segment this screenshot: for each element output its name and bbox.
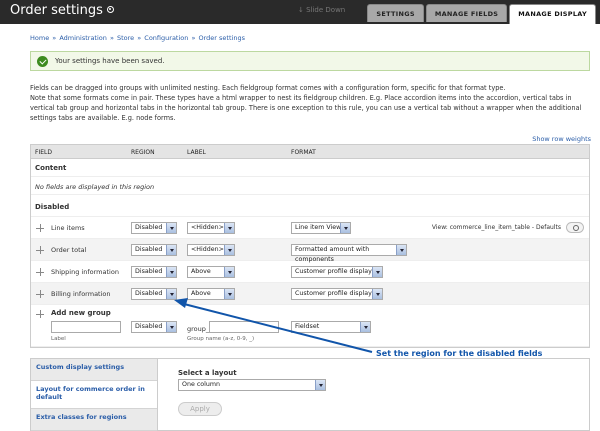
page-title: Order settings	[10, 3, 114, 18]
select-layout-label: Select a layout	[178, 369, 237, 377]
field-name: Line items	[51, 224, 85, 232]
breadcrumb-order-settings[interactable]: Order settings	[199, 34, 245, 42]
region-select[interactable]: Disabled	[131, 288, 177, 300]
column-format: FORMAT	[291, 149, 316, 156]
formatter-summary: View: commerce_line_item_table - Default…	[431, 224, 561, 231]
region-select[interactable]: Disabled	[131, 244, 177, 256]
breadcrumb-administration[interactable]: Administration	[59, 34, 107, 42]
chevron-down-icon	[340, 223, 350, 233]
format-select[interactable]: Customer profile display	[291, 288, 383, 300]
drag-handle-icon[interactable]	[36, 224, 44, 232]
group-name-input[interactable]	[209, 321, 279, 333]
vertical-tabs: Custom display settings Layout for comme…	[30, 358, 158, 431]
show-row-weights-link[interactable]: Show row weights	[532, 135, 591, 143]
chevron-down-icon	[166, 245, 176, 255]
drag-handle-icon[interactable]	[36, 268, 44, 276]
vtab-extra-classes[interactable]: Extra classes for regions	[31, 409, 157, 431]
field-name: Shipping information	[51, 268, 119, 276]
chevron-down-icon	[372, 289, 382, 299]
layout-select[interactable]: One column	[178, 379, 326, 391]
tab-settings[interactable]: SETTINGS	[367, 4, 424, 22]
drag-handle-icon[interactable]	[36, 290, 44, 298]
shortcut-icon[interactable]	[106, 6, 114, 13]
label-select[interactable]: Above	[187, 288, 235, 300]
add-new-group-row: Add new group Label Disabled group_ Grou…	[31, 305, 589, 347]
drag-handle-icon[interactable]	[36, 310, 44, 318]
label-select[interactable]: <Hidden>	[187, 222, 235, 234]
table-row: Billing information Disabled Above Custo…	[31, 283, 589, 305]
group-name-hint: Group name (a-z, 0-9, _)	[187, 336, 255, 342]
field-name: Order total	[51, 246, 87, 254]
chevron-down-icon	[396, 245, 406, 255]
table-row: Line items Disabled <Hidden> Line item V…	[31, 217, 589, 239]
breadcrumb-home[interactable]: Home	[30, 34, 49, 42]
group-name-prefix: group_	[187, 325, 210, 333]
table-row: Shipping information Disabled Above Cust…	[31, 261, 589, 283]
region-disabled-title: Disabled	[31, 195, 589, 217]
vtab-layout[interactable]: Layout for commerce order in default	[31, 381, 157, 409]
column-field: FIELD	[35, 149, 52, 156]
chevron-down-icon	[372, 267, 382, 277]
drag-handle-icon[interactable]	[36, 246, 44, 254]
description: Fields can be dragged into groups with u…	[30, 83, 595, 123]
chevron-down-icon	[224, 289, 234, 299]
chevron-down-icon	[224, 267, 234, 277]
label-select[interactable]: <Hidden>	[187, 244, 235, 256]
label-select[interactable]: Above	[187, 266, 235, 278]
group-label-hint: Label	[51, 336, 66, 342]
table-header: FIELD REGION LABEL FORMAT	[31, 145, 589, 159]
chevron-down-icon	[315, 380, 325, 390]
annotation-text: Set the region for the disabled fields	[376, 349, 543, 358]
format-select[interactable]: Formatted amount with components	[291, 244, 407, 263]
breadcrumb-configuration[interactable]: Configuration	[144, 34, 188, 42]
chevron-down-icon	[360, 322, 370, 332]
chevron-down-icon	[224, 223, 234, 233]
check-icon	[37, 56, 48, 67]
chevron-down-icon	[166, 322, 176, 332]
breadcrumb: Home » Administration » Store » Configur…	[30, 34, 245, 42]
format-select[interactable]: Line item View	[291, 222, 351, 234]
field-name: Billing information	[51, 290, 111, 298]
region-select[interactable]: Disabled	[131, 266, 177, 278]
chevron-down-icon	[166, 289, 176, 299]
chevron-down-icon	[224, 245, 234, 255]
field-display-table: FIELD REGION LABEL FORMAT Content No fie…	[30, 144, 590, 348]
tab-manage-fields[interactable]: MANAGE FIELDS	[425, 4, 508, 22]
add-new-group-title: Add new group	[51, 309, 111, 317]
region-select[interactable]: Disabled	[131, 222, 177, 234]
column-label: LABEL	[187, 149, 206, 156]
gear-icon[interactable]	[566, 222, 584, 233]
breadcrumb-store[interactable]: Store	[117, 34, 134, 42]
column-region: REGION	[131, 149, 155, 156]
status-text: Your settings have been saved.	[55, 57, 165, 65]
group-format-select[interactable]: Fieldset	[291, 321, 371, 333]
chevron-down-icon	[166, 223, 176, 233]
description-line-1: Fields can be dragged into groups with u…	[30, 84, 506, 92]
chevron-down-icon	[166, 267, 176, 277]
table-row: Order total Disabled <Hidden> Formatted …	[31, 239, 589, 263]
apply-button[interactable]: Apply	[178, 402, 222, 416]
format-select[interactable]: Customer profile display	[291, 266, 383, 278]
tab-manage-display[interactable]: MANAGE DISPLAY	[509, 4, 596, 24]
layout-panel: Select a layout One column Apply	[158, 358, 590, 431]
primary-tabs: SETTINGS MANAGE FIELDS MANAGE DISPLAY	[367, 4, 596, 24]
status-message: Your settings have been saved.	[30, 51, 590, 71]
region-content-empty: No fields are displayed in this region	[31, 177, 589, 195]
vtab-custom-display-settings[interactable]: Custom display settings	[31, 359, 157, 381]
group-region-select[interactable]: Disabled	[131, 321, 177, 333]
region-content-title: Content	[31, 159, 589, 177]
slide-down-toggle[interactable]: ↓ Slide Down	[298, 6, 345, 14]
group-label-input[interactable]	[51, 321, 121, 333]
admin-header: Order settings ↓ Slide Down SETTINGS MAN…	[0, 0, 600, 24]
description-line-2: Note that some formats come in pair. The…	[30, 94, 582, 122]
